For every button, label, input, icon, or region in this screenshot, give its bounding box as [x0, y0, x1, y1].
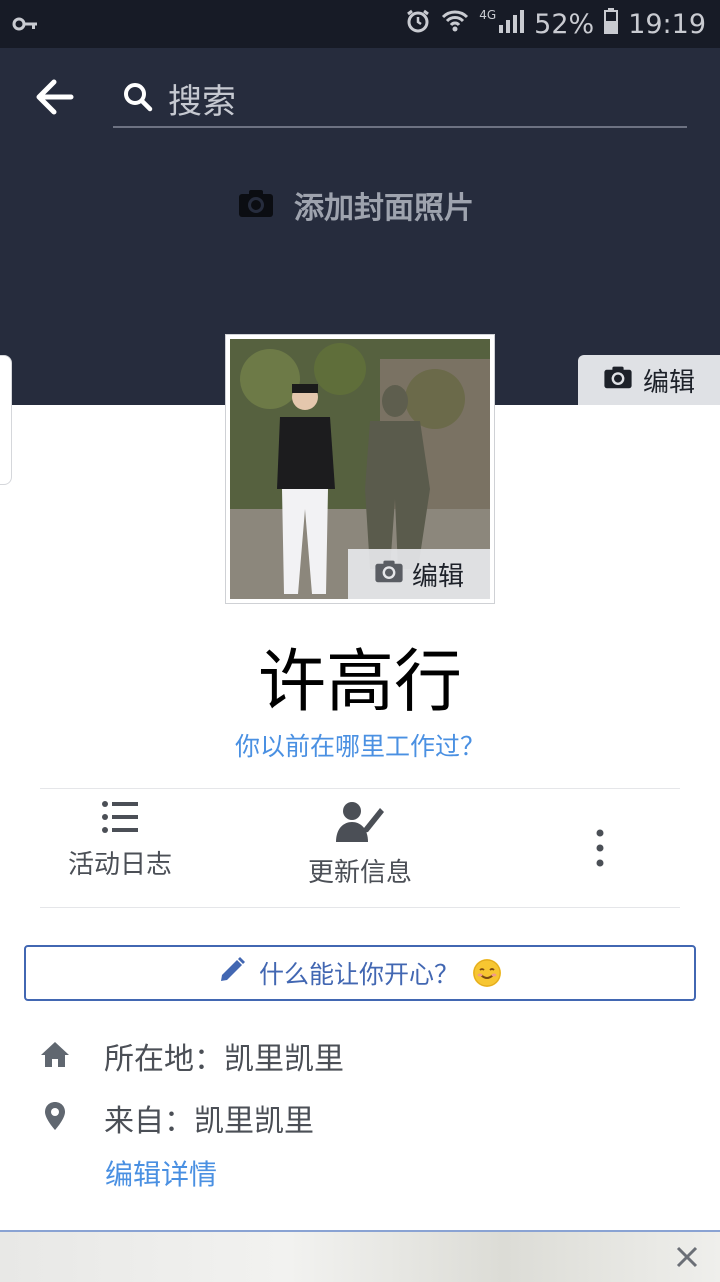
edit-cover-label: 编辑	[642, 367, 695, 398]
back-button[interactable]	[34, 76, 76, 118]
smiling-emoji-icon	[473, 959, 501, 987]
work-history-prompt[interactable]: 你以前在哪里工作过？	[0, 727, 720, 767]
side-drawer-handle[interactable]	[0, 355, 12, 485]
signal-icon	[498, 9, 525, 40]
from-text: 来自：凯里凯里	[104, 1104, 314, 1139]
more-options-button[interactable]	[580, 822, 620, 872]
from-row: 来自：凯里凯里	[40, 1096, 314, 1140]
lives-in-row: 所在地：凯里凯里	[40, 1034, 344, 1078]
composer-prompt: 什么能让你开心？	[258, 960, 459, 989]
edit-details-link[interactable]: 编辑详情	[105, 1153, 217, 1193]
update-info-button[interactable]: 更新信息	[260, 800, 460, 889]
status-indicators: 4G 52% 19:19	[405, 7, 706, 41]
edit-profile-photo-button[interactable]: 编辑	[348, 549, 490, 599]
divider	[40, 788, 680, 789]
more-vertical-icon	[596, 829, 604, 867]
activity-log-button[interactable]: 活动日志	[20, 800, 220, 881]
search-placeholder: 搜索	[168, 82, 236, 122]
edit-profile-photo-label: 编辑	[411, 561, 464, 592]
camera-icon	[603, 365, 633, 396]
status-composer-button[interactable]: 什么能让你开心？	[24, 945, 696, 1001]
add-cover-photo-button[interactable]: 添加封面照片	[238, 183, 474, 227]
pencil-icon	[219, 957, 245, 989]
edit-profile-icon	[336, 802, 384, 846]
clock-time: 19:19	[628, 8, 706, 40]
battery-percent: 52%	[534, 8, 595, 40]
status-bar: 4G 52% 19:19	[0, 0, 720, 48]
location-pin-icon	[44, 1101, 66, 1135]
network-type: 4G	[479, 8, 497, 22]
bottom-banner	[0, 1230, 720, 1282]
search-input[interactable]: 搜索	[113, 72, 687, 128]
vpn-key-icon	[12, 14, 38, 38]
profile-picture[interactable]: 编辑	[225, 334, 495, 604]
lives-in-text: 所在地：凯里凯里	[104, 1042, 344, 1077]
profile-name: 许高行	[257, 643, 462, 722]
close-icon[interactable]	[676, 1246, 698, 1272]
divider	[40, 907, 680, 908]
battery-icon	[604, 7, 619, 41]
wifi-icon	[441, 9, 469, 40]
home-icon	[40, 1040, 70, 1072]
add-cover-label: 添加封面照片	[294, 191, 474, 226]
activity-log-label: 活动日志	[67, 850, 172, 880]
update-info-label: 更新信息	[307, 858, 412, 888]
camera-icon	[374, 559, 404, 590]
edit-cover-button[interactable]: 编辑	[578, 355, 720, 405]
list-icon	[101, 801, 139, 838]
back-arrow-icon	[36, 79, 74, 115]
alarm-icon	[405, 8, 431, 41]
profile-photo-image: 编辑	[230, 339, 490, 599]
camera-icon	[238, 188, 274, 222]
search-icon	[123, 82, 153, 116]
